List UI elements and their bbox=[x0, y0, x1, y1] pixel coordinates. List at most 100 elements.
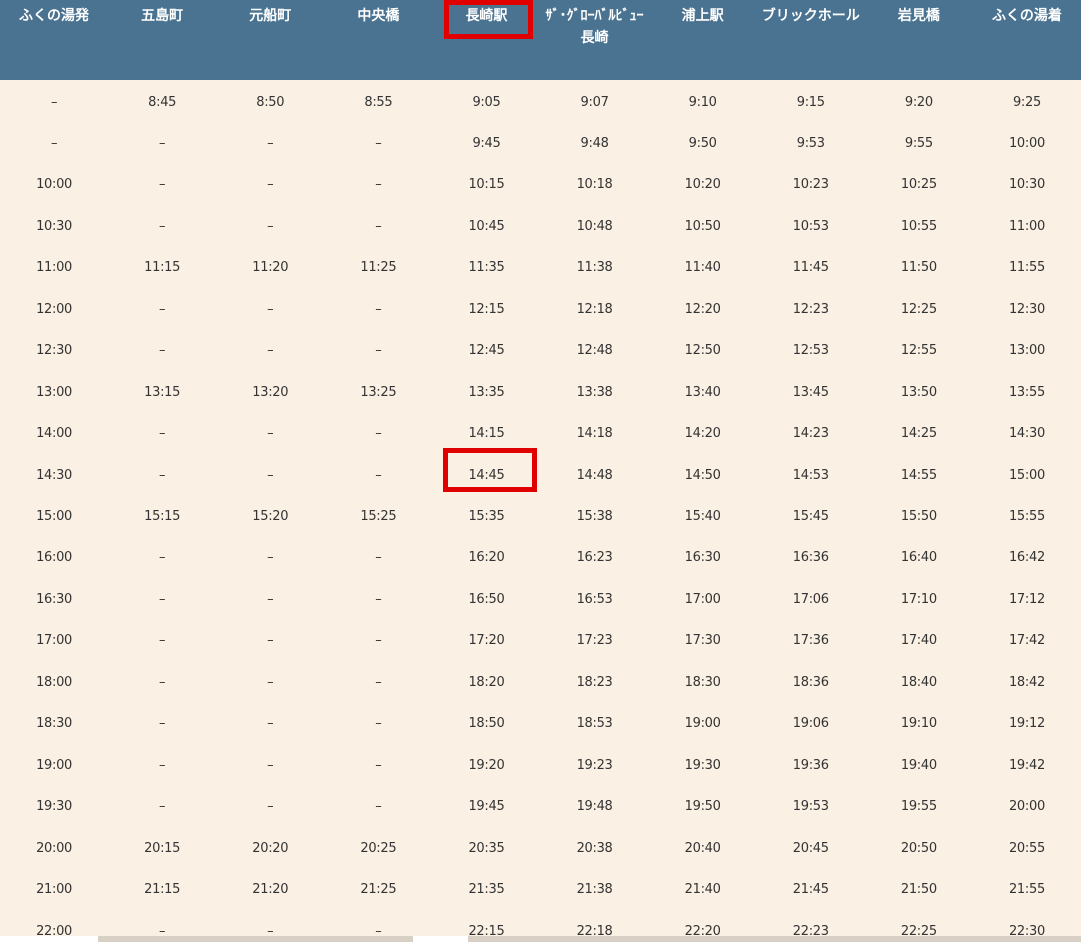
table-row: 18:00 – – – 18:20 18:23 18:30 18:36 18:40 18:42 bbox=[0, 662, 1081, 704]
time-cell: 10:00 bbox=[36, 177, 73, 193]
time-cell: – bbox=[267, 799, 274, 815]
horizontal-scrollbar[interactable] bbox=[0, 936, 1081, 942]
time-cell: 17:42 bbox=[1008, 633, 1045, 649]
time-cell: – bbox=[375, 633, 382, 649]
time-cell: 18:30 bbox=[36, 716, 73, 732]
time-cell: 21:40 bbox=[684, 882, 721, 898]
time-cell: 19:50 bbox=[684, 799, 721, 815]
time-cell: 9:10 bbox=[688, 94, 717, 110]
time-cell: – bbox=[375, 135, 382, 151]
time-cell: 12:48 bbox=[576, 343, 613, 359]
time-cell: 12:20 bbox=[684, 301, 721, 317]
time-cell: – bbox=[267, 135, 274, 151]
time-cell: 11:25 bbox=[360, 260, 397, 276]
time-cell: 16:50 bbox=[468, 591, 505, 607]
table-row: 20:00 20:15 20:20 20:25 20:35 20:38 20:40 20:45… bbox=[0, 828, 1081, 870]
time-cell: – bbox=[159, 799, 166, 815]
time-cell: 12:53 bbox=[792, 343, 829, 359]
table-row: 15:00 15:15 15:20 15:25 15:35 15:38 15:40 15:45… bbox=[0, 496, 1081, 538]
time-cell: 14:00 bbox=[36, 426, 73, 442]
time-cell: 9:07 bbox=[580, 94, 609, 110]
time-cell: 17:10 bbox=[900, 591, 937, 607]
time-cell: 14:15 bbox=[468, 426, 505, 442]
time-cell: 19:42 bbox=[1008, 757, 1045, 773]
time-cell: 10:30 bbox=[36, 218, 73, 234]
time-cell: – bbox=[375, 177, 382, 193]
time-cell: 9:45 bbox=[472, 135, 501, 151]
time-cell: 13:55 bbox=[1008, 384, 1045, 400]
time-cell: – bbox=[267, 177, 274, 193]
time-cell: 14:45 bbox=[468, 467, 505, 483]
time-cell: 17:40 bbox=[900, 633, 937, 649]
table-row: – – – – 9:45 9:48 9:50 9:53 9:55 10:00 bbox=[0, 123, 1081, 165]
time-cell: 16:36 bbox=[792, 550, 829, 566]
time-cell: – bbox=[375, 218, 382, 234]
time-cell: – bbox=[159, 550, 166, 566]
time-cell: – bbox=[375, 591, 382, 607]
time-cell: 21:35 bbox=[468, 882, 505, 898]
time-cell: 11:00 bbox=[1008, 218, 1045, 234]
table-row: – 8:45 8:50 8:55 9:05 9:07 9:10 9:15 9:20 9:25 bbox=[0, 82, 1081, 124]
time-cell: 20:00 bbox=[1008, 799, 1045, 815]
time-cell: 19:30 bbox=[36, 799, 73, 815]
time-cell: – bbox=[159, 633, 166, 649]
time-cell: 10:45 bbox=[468, 218, 505, 234]
table-row: 14:30 – – – 14:45 14:48 14:50 14:53 14:55 15:00 bbox=[0, 455, 1081, 497]
table-row: 10:30 – – – 10:45 10:48 10:50 10:53 10:55 11:00 bbox=[0, 206, 1081, 248]
time-cell: 19:36 bbox=[792, 757, 829, 773]
time-cell: – bbox=[159, 716, 166, 732]
time-cell: 14:23 bbox=[792, 426, 829, 442]
time-cell: 10:50 bbox=[684, 218, 721, 234]
table-row: 18:30 – – – 18:50 18:53 19:00 19:06 19:10 19:12 bbox=[0, 703, 1081, 745]
time-cell: 19:20 bbox=[468, 757, 505, 773]
time-cell: 20:45 bbox=[792, 840, 829, 856]
time-cell: 11:00 bbox=[36, 260, 73, 276]
time-cell: 13:25 bbox=[360, 384, 397, 400]
column-header-9: ふくの湯着 bbox=[991, 8, 1062, 24]
time-cell: 14:25 bbox=[900, 426, 937, 442]
time-cell: 15:15 bbox=[144, 509, 181, 524]
column-header-7: ブリックホール bbox=[761, 8, 860, 24]
time-cell: 21:55 bbox=[1008, 882, 1045, 898]
column-header-8: 岩見橋 bbox=[897, 8, 940, 24]
time-cell: 18:23 bbox=[576, 674, 613, 690]
time-cell: 12:18 bbox=[576, 301, 613, 317]
time-cell: 20:15 bbox=[144, 840, 181, 856]
time-cell: 20:20 bbox=[252, 840, 289, 856]
time-cell: – bbox=[375, 550, 382, 566]
time-cell: 10:25 bbox=[900, 177, 937, 193]
time-cell: 18:53 bbox=[576, 716, 613, 732]
time-cell: 9:48 bbox=[580, 135, 609, 151]
time-cell: 13:40 bbox=[684, 384, 721, 400]
time-cell: 10:48 bbox=[576, 218, 613, 234]
time-cell: 11:55 bbox=[1008, 260, 1045, 276]
time-cell: – bbox=[159, 757, 166, 773]
table-row: 16:00 – – – 16:20 16:23 16:30 16:36 16:40 16:42 bbox=[0, 537, 1081, 579]
time-cell: 19:55 bbox=[900, 799, 937, 815]
time-cell: – bbox=[267, 716, 274, 732]
time-cell: 9:53 bbox=[796, 135, 825, 151]
time-cell: 14:18 bbox=[576, 426, 613, 442]
time-cell: 15:00 bbox=[1008, 467, 1045, 483]
time-cell: 15:25 bbox=[360, 509, 397, 524]
time-cell: 9:50 bbox=[688, 135, 717, 151]
time-cell: 10:53 bbox=[792, 218, 829, 234]
time-cell: – bbox=[267, 218, 274, 234]
time-cell: 11:38 bbox=[576, 260, 613, 276]
time-cell: 17:30 bbox=[684, 633, 721, 649]
column-header-2: 元船町 bbox=[249, 8, 292, 24]
time-cell: 13:00 bbox=[1008, 343, 1045, 359]
time-cell: 15:00 bbox=[36, 509, 73, 524]
time-cell: 21:45 bbox=[792, 882, 829, 898]
time-cell: 18:42 bbox=[1008, 674, 1045, 690]
time-cell: 13:45 bbox=[792, 384, 829, 400]
time-cell: 20:50 bbox=[900, 840, 937, 856]
time-cell: 16:20 bbox=[468, 550, 505, 566]
time-cell: – bbox=[159, 177, 166, 193]
column-header-6: 浦上駅 bbox=[681, 8, 724, 24]
bus-timetable: ふくの湯発 五島町 元船町 中央橋 長崎駅 ｻﾞ･ｸﾞﾛｰﾊﾞﾙﾋﾞｭｰ 長崎 浦上駅 ブリッ… bbox=[0, 0, 1081, 942]
time-cell: 13:38 bbox=[576, 384, 613, 400]
time-cell: – bbox=[375, 674, 382, 690]
time-cell: 9:25 bbox=[1012, 94, 1041, 110]
time-cell: 14:53 bbox=[792, 467, 829, 483]
